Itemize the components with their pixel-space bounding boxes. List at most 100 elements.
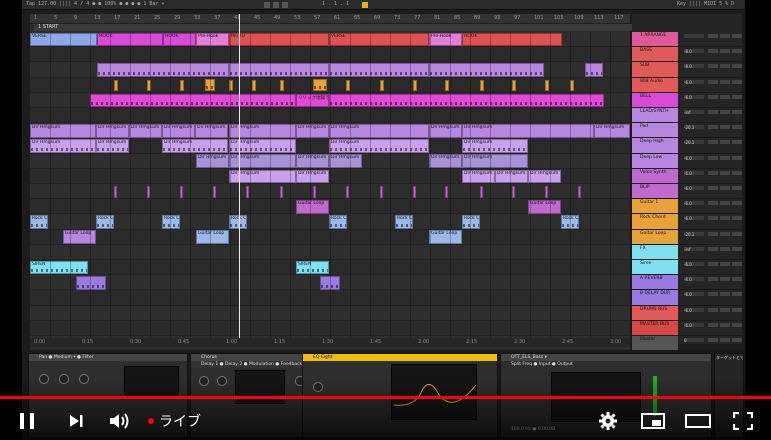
clip[interactable] — [480, 79, 484, 91]
track-header[interactable]: Deep Low -6.0 — [632, 153, 742, 169]
transport-tempo[interactable]: Tap 127.00 |||| 4 / 4 ● ● 100% ● ● ● ● 1… — [26, 1, 164, 7]
clip[interactable] — [229, 63, 329, 77]
clip[interactable]: VERSE — [329, 32, 429, 47]
track-toggle-button[interactable] — [732, 262, 742, 266]
track-toggle-button[interactable] — [720, 262, 730, 266]
clip[interactable]: SIREN — [296, 260, 329, 275]
track-toggle-button[interactable] — [732, 292, 742, 297]
track-toggle-button[interactable] — [708, 34, 718, 38]
track-toggle-button[interactable] — [720, 277, 730, 282]
clip[interactable] — [578, 185, 581, 198]
clip[interactable] — [180, 79, 184, 91]
clip[interactable]: Pre-Hook — [196, 32, 229, 47]
track-toggle-button[interactable] — [708, 155, 718, 160]
track-volume[interactable]: -6.0 — [684, 94, 704, 100]
theater-mode-button[interactable] — [684, 407, 712, 435]
track-toggle-button[interactable] — [732, 140, 742, 145]
clip[interactable] — [545, 185, 548, 198]
track-volume[interactable]: -inf — [684, 246, 704, 252]
clip[interactable]: Guitar Loop — [429, 230, 462, 245]
track-toggle-button[interactable] — [708, 338, 718, 342]
track-toggle-button[interactable] — [720, 338, 730, 342]
track-toggle-button[interactable] — [732, 64, 742, 69]
track-header[interactable]: Voice Synth -6.0 — [632, 168, 742, 184]
track-volume[interactable]: -6.0 — [684, 216, 704, 221]
track-toggle-button[interactable] — [732, 34, 742, 38]
track-toggle-button[interactable] — [732, 231, 742, 236]
track-toggle-button[interactable] — [720, 79, 730, 84]
next-button[interactable] — [64, 407, 88, 435]
track-toggle-button[interactable] — [732, 277, 742, 282]
miniplayer-button[interactable] — [640, 407, 666, 435]
track-name[interactable]: LEAD/SYNTH — [632, 108, 678, 123]
clip[interactable]: Rock Chord — [96, 215, 114, 229]
track-header[interactable]: BLIP -6.0 — [632, 184, 742, 200]
track-name[interactable]: Guitar 1 — [632, 199, 678, 214]
track-name[interactable]: Siren — [632, 260, 678, 275]
track-toggle-button[interactable] — [708, 186, 718, 190]
track-toggle-button[interactable] — [720, 64, 730, 69]
clip[interactable]: Dir Hmgsum — [462, 123, 594, 138]
track-toggle-button[interactable] — [732, 338, 742, 342]
track-toggle-button[interactable] — [732, 170, 742, 175]
track-volume[interactable]: -6.0 — [684, 79, 704, 85]
track-volume[interactable]: -20.1 — [684, 231, 704, 237]
track-name[interactable]: 808 Audio — [632, 77, 678, 92]
clip[interactable] — [380, 79, 384, 91]
clip[interactable] — [280, 185, 283, 198]
clip[interactable]: Dir Hmgsum — [30, 123, 96, 138]
track-toggle-button[interactable] — [708, 262, 718, 266]
track-volume[interactable]: -6.0 — [684, 322, 704, 328]
clip[interactable]: VERSE — [30, 32, 97, 47]
clip[interactable]: Pre-Hook — [429, 32, 462, 47]
track-header[interactable]: B DELAY DUR -6.0 — [632, 290, 742, 306]
clip[interactable]: Guitar Loop — [528, 199, 561, 214]
clip[interactable] — [76, 275, 106, 290]
track-name[interactable]: FX — [632, 244, 678, 259]
clip[interactable] — [313, 79, 327, 92]
fullscreen-button[interactable] — [730, 407, 756, 435]
clip[interactable] — [545, 79, 549, 91]
track-name[interactable]: SUB — [632, 62, 678, 77]
track-toggle-button[interactable] — [708, 322, 718, 327]
track-header[interactable]: Pad -20.1 — [632, 123, 742, 139]
track-volume[interactable]: -8.0 — [684, 49, 704, 54]
clip[interactable]: Guitar Loop — [63, 230, 96, 245]
clip[interactable]: Dir Hmgsum — [329, 154, 362, 169]
track-volume[interactable]: 0 — [684, 338, 704, 343]
track-toggle-button[interactable] — [732, 322, 742, 327]
track-header[interactable]: Guitar 1 -6.0 — [632, 199, 742, 215]
track-name[interactable]: Deep Low — [632, 153, 678, 168]
track-name[interactable]: Guitar Loop — [632, 229, 678, 244]
track-toggle-button[interactable] — [720, 246, 730, 251]
pause-button[interactable] — [14, 407, 40, 435]
track-header[interactable]: A REVERB -6.0 — [632, 275, 742, 291]
track-name[interactable]: Master — [632, 336, 678, 351]
volume-button[interactable] — [106, 407, 134, 435]
arrangement-view[interactable]: 1 5 9 13 17 21 25 29 33 37 41 45 49 53 57 61 65 69 73 77 81 8… — [30, 14, 634, 352]
track-toggle-button[interactable] — [708, 110, 718, 114]
clip[interactable]: Dir Hmgsum — [495, 169, 528, 184]
clip[interactable]: Dir Hmgsum — [462, 154, 528, 169]
track-toggle-button[interactable] — [720, 125, 730, 130]
track-toggle-button[interactable] — [708, 292, 718, 297]
track-volume[interactable]: -6.0 — [684, 155, 704, 161]
track-header[interactable]: Master 0 — [632, 336, 742, 352]
track-volume[interactable]: -6.0 — [684, 170, 704, 176]
clip[interactable] — [413, 185, 416, 198]
track-name[interactable]: Voice Synth — [632, 168, 678, 183]
clip[interactable] — [114, 185, 117, 198]
track-toggle-button[interactable] — [732, 79, 742, 84]
clip[interactable]: Rock Chord — [329, 215, 347, 229]
track-toggle-button[interactable] — [732, 94, 742, 99]
track-name[interactable]: BELL — [632, 92, 678, 107]
clip[interactable]: INTRO — [229, 32, 329, 47]
track-toggle-button[interactable] — [708, 49, 718, 54]
track-toggle-button[interactable] — [720, 307, 730, 312]
track-header[interactable]: LEAD/SYNTH -inf — [632, 108, 742, 124]
track-toggle-button[interactable] — [720, 155, 730, 160]
track-toggle-button[interactable] — [708, 94, 718, 99]
track-header[interactable]: SUB -8.0 — [632, 62, 742, 78]
track-toggle-button[interactable] — [708, 216, 718, 221]
track-toggle-button[interactable] — [708, 246, 718, 251]
